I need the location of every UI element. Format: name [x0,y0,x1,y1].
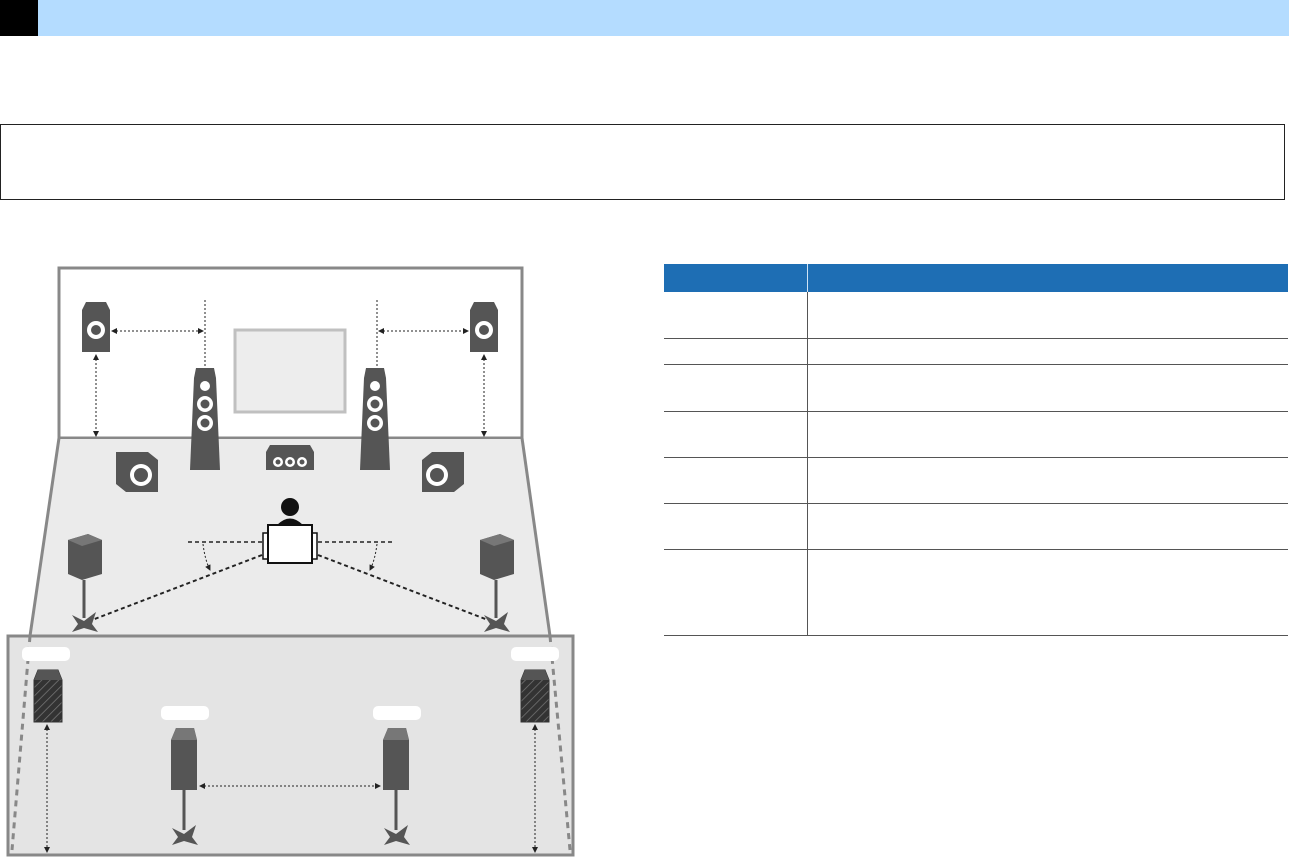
table-row [664,338,1288,365]
table-header-cell [664,264,808,292]
table-cell [807,549,1288,636]
speaker-layout-diagram [6,266,575,857]
table-cell [664,503,808,550]
tv-screen-icon [233,328,347,414]
table-cell [664,411,808,458]
table-row [664,503,1288,550]
rear-view-panel [6,634,575,857]
center-speaker-icon [266,445,314,470]
front-left-tower-speaker-icon [190,368,220,470]
table-row [664,549,1288,636]
chair-icon [262,524,318,564]
table-cell [807,338,1288,365]
table-row [664,457,1288,504]
front-presence-left-speaker-icon [82,302,110,352]
table-cell [807,457,1288,504]
table-cell [807,411,1288,458]
table-cell [807,503,1288,550]
front-right-tower-speaker-icon [360,368,390,470]
notice-box [0,124,1285,200]
section-header-marker [0,0,38,36]
table-cell [807,292,1288,339]
table-row [664,411,1288,458]
subwoofer-left-icon [116,452,158,492]
table-cell [664,364,808,412]
subwoofer-right-icon [422,452,464,492]
rear-presence-left-speaker-icon [33,669,63,723]
table-cell [664,338,808,365]
section-header-bar [0,0,1289,36]
table-cell [664,457,808,504]
table-cell [664,292,808,339]
table-row [664,292,1288,339]
front-presence-right-speaker-icon [470,302,498,352]
table-cell [807,364,1288,412]
speaker-table [664,264,1288,636]
rear-presence-right-speaker-icon [520,669,550,723]
table-header-row [664,264,1288,292]
table-header-cell [807,264,1288,292]
table-row [664,364,1288,412]
table-cell [664,549,808,636]
